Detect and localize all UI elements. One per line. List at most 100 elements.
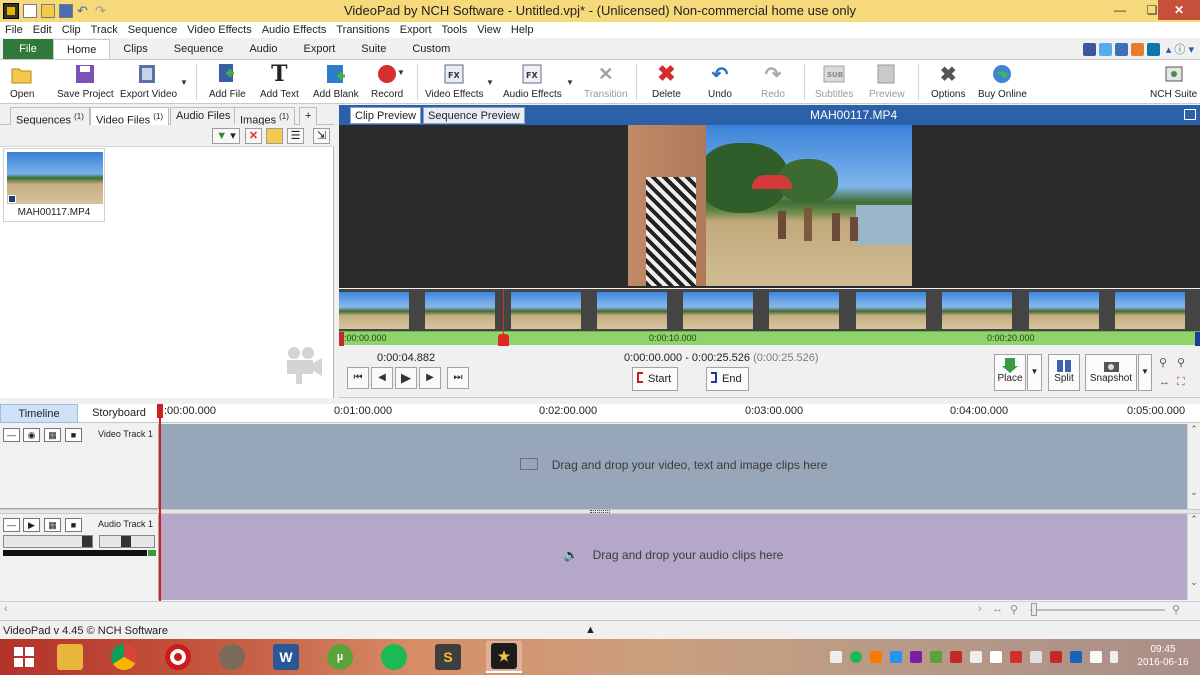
menu-sequence[interactable]: Sequence bbox=[123, 22, 183, 38]
new-document-icon[interactable] bbox=[23, 4, 37, 18]
taskbar-clock[interactable]: 09:45 2016-06-16 bbox=[1128, 643, 1198, 669]
timeline-zoom-knob[interactable] bbox=[1031, 603, 1037, 616]
preview-button[interactable]: Preview bbox=[869, 63, 905, 101]
scroll-right-icon[interactable]: › bbox=[978, 603, 982, 615]
export-video-dropdown-icon[interactable]: ▼ bbox=[180, 78, 188, 87]
tray-app-icon[interactable] bbox=[950, 651, 962, 663]
scroll-down-icon[interactable]: ⌄ bbox=[1188, 577, 1200, 588]
fx-track-icon[interactable]: ▦ bbox=[44, 518, 61, 532]
step-forward-button[interactable]: ▶ bbox=[419, 367, 441, 389]
speaker-icon[interactable]: ▶ bbox=[23, 518, 40, 532]
fullscreen-icon[interactable]: ⛶ bbox=[1177, 376, 1185, 389]
tray-flag-icon[interactable] bbox=[1010, 651, 1022, 663]
collapse-track-icon[interactable]: — bbox=[3, 518, 20, 532]
share-icon[interactable] bbox=[1114, 42, 1128, 56]
audio-track-lane[interactable]: 🔈 Drag and drop your audio clips here bbox=[160, 514, 1187, 600]
snapshot-dropdown-icon[interactable]: ▼ bbox=[1138, 354, 1152, 391]
twitter-icon[interactable] bbox=[1098, 42, 1112, 56]
tab-storyboard[interactable]: Storyboard bbox=[80, 404, 158, 423]
tab-images[interactable]: Images (1) bbox=[234, 107, 295, 127]
step-back-button[interactable]: ◀ bbox=[371, 367, 393, 389]
tab-custom[interactable]: Custom bbox=[399, 39, 463, 59]
delete-button[interactable]: ✖ Delete bbox=[652, 61, 681, 101]
panel-toggle-icon[interactable]: ⇲ bbox=[313, 128, 330, 144]
timeline-hscroll[interactable]: ‹ › ↔ ⚲ ⚲ bbox=[0, 601, 1200, 617]
volume-knob[interactable] bbox=[82, 536, 92, 547]
facebook-icon[interactable] bbox=[1082, 42, 1096, 56]
video-track-lane[interactable]: Drag and drop your video, text and image… bbox=[160, 424, 1187, 509]
zoom-in-icon[interactable]: ⚲ bbox=[1177, 356, 1185, 369]
redo-button[interactable]: ↷ Redo bbox=[761, 63, 785, 101]
tab-video-files[interactable]: Video Files (1) bbox=[90, 107, 170, 127]
menu-help[interactable]: Help bbox=[506, 22, 539, 38]
tray-utorrent-icon[interactable] bbox=[930, 651, 942, 663]
play-button[interactable]: ▶ bbox=[395, 367, 417, 389]
file-tab[interactable]: File bbox=[3, 39, 53, 59]
snapshot-button[interactable]: Snapshot bbox=[1085, 354, 1137, 391]
help-menu-button[interactable]: ▴ ⓘ ▾ bbox=[1166, 41, 1194, 57]
tray-gear-icon[interactable] bbox=[830, 651, 842, 663]
open-button[interactable]: Open bbox=[10, 63, 34, 101]
tab-audio[interactable]: Audio bbox=[236, 39, 290, 59]
tray-app-icon[interactable] bbox=[890, 651, 902, 663]
zoom-out-icon[interactable]: ⚲ bbox=[1159, 356, 1167, 369]
nch-suite-button[interactable]: NCH Suite bbox=[1150, 63, 1197, 101]
timeline-ruler[interactable]: :00:00.000 0:01:00.000 0:02:00.000 0:03:… bbox=[160, 404, 1200, 423]
export-video-button[interactable]: Export Video bbox=[120, 63, 177, 101]
expand-panel-icon[interactable]: ▲ bbox=[585, 624, 596, 636]
tray-network-icon[interactable] bbox=[970, 651, 982, 663]
list-view-icon[interactable]: ☰ bbox=[287, 128, 304, 144]
set-start-button[interactable]: Start bbox=[632, 367, 679, 391]
timeline-zoom-slider[interactable] bbox=[1030, 609, 1165, 611]
video-effects-dropdown-icon[interactable]: ▼ bbox=[486, 78, 494, 87]
audio-track-scrollbar[interactable]: ⌃ ⌄ bbox=[1187, 514, 1200, 600]
tray-signal-icon[interactable] bbox=[990, 651, 1002, 663]
tab-home[interactable]: Home bbox=[53, 39, 111, 59]
tab-clips[interactable]: Clips bbox=[110, 39, 160, 59]
add-text-button[interactable]: T Add Text bbox=[260, 61, 299, 101]
menu-track[interactable]: Track bbox=[86, 22, 123, 38]
record-dropdown-icon[interactable]: ▼ bbox=[397, 68, 405, 77]
opera-taskbar-icon[interactable] bbox=[160, 641, 196, 673]
scroll-left-icon[interactable]: ‹ bbox=[4, 603, 8, 615]
word-taskbar-icon[interactable]: W bbox=[268, 641, 304, 673]
menu-file[interactable]: File bbox=[0, 22, 28, 38]
video-effects-button[interactable]: FX Video Effects bbox=[425, 63, 484, 101]
spotify-taskbar-icon[interactable] bbox=[376, 641, 412, 673]
clip-filmstrip[interactable] bbox=[339, 289, 1200, 331]
set-end-button[interactable]: End bbox=[706, 367, 749, 391]
place-button[interactable]: Place bbox=[994, 354, 1026, 391]
tray-spotify-icon[interactable] bbox=[850, 651, 862, 663]
redo-quick-icon[interactable]: ↷ bbox=[95, 4, 109, 18]
add-bin-tab-button[interactable]: + bbox=[299, 107, 318, 125]
menu-video-effects[interactable]: Video Effects bbox=[182, 22, 256, 38]
scroll-down-icon[interactable]: ⌄ bbox=[1188, 487, 1200, 498]
menu-export[interactable]: Export bbox=[395, 22, 437, 38]
tray-app-icon[interactable] bbox=[1050, 651, 1062, 663]
track-pan-slider[interactable] bbox=[99, 535, 155, 548]
tray-battery-icon[interactable] bbox=[1110, 651, 1118, 663]
tab-timeline[interactable]: Timeline bbox=[0, 404, 78, 423]
subtitles-button[interactable]: SUB Subtitles bbox=[815, 63, 853, 101]
tray-app-icon[interactable] bbox=[1030, 651, 1042, 663]
audio-effects-button[interactable]: FX Audio Effects bbox=[503, 63, 562, 101]
media-file-item[interactable]: MAH00117.MP4 bbox=[3, 148, 105, 222]
timeline-zoom-in-icon[interactable]: ⚲ bbox=[1172, 603, 1180, 616]
menu-tools[interactable]: Tools bbox=[437, 22, 473, 38]
close-button[interactable]: ✕ bbox=[1158, 0, 1200, 20]
fit-width-icon[interactable]: ↔ bbox=[1159, 376, 1170, 388]
transition-button[interactable]: ✕ Transition bbox=[584, 63, 628, 101]
save-icon[interactable] bbox=[59, 4, 73, 18]
undo-button[interactable]: ↶ Undo bbox=[708, 63, 732, 101]
chrome-taskbar-icon[interactable] bbox=[106, 641, 142, 673]
collapse-track-icon[interactable]: — bbox=[3, 428, 20, 442]
tab-suite[interactable]: Suite bbox=[348, 39, 399, 59]
tab-sequence[interactable]: Sequence bbox=[161, 39, 237, 59]
add-blank-button[interactable]: Add Blank bbox=[313, 63, 359, 101]
scroll-up-icon[interactable]: ⌃ bbox=[1188, 514, 1200, 525]
tab-audio-files[interactable]: Audio Files bbox=[170, 107, 237, 125]
tray-bluetooth-icon[interactable] bbox=[1070, 651, 1082, 663]
split-button[interactable]: Split bbox=[1048, 354, 1080, 391]
tab-export[interactable]: Export bbox=[290, 39, 348, 59]
lock-icon[interactable]: ■ bbox=[65, 428, 82, 442]
